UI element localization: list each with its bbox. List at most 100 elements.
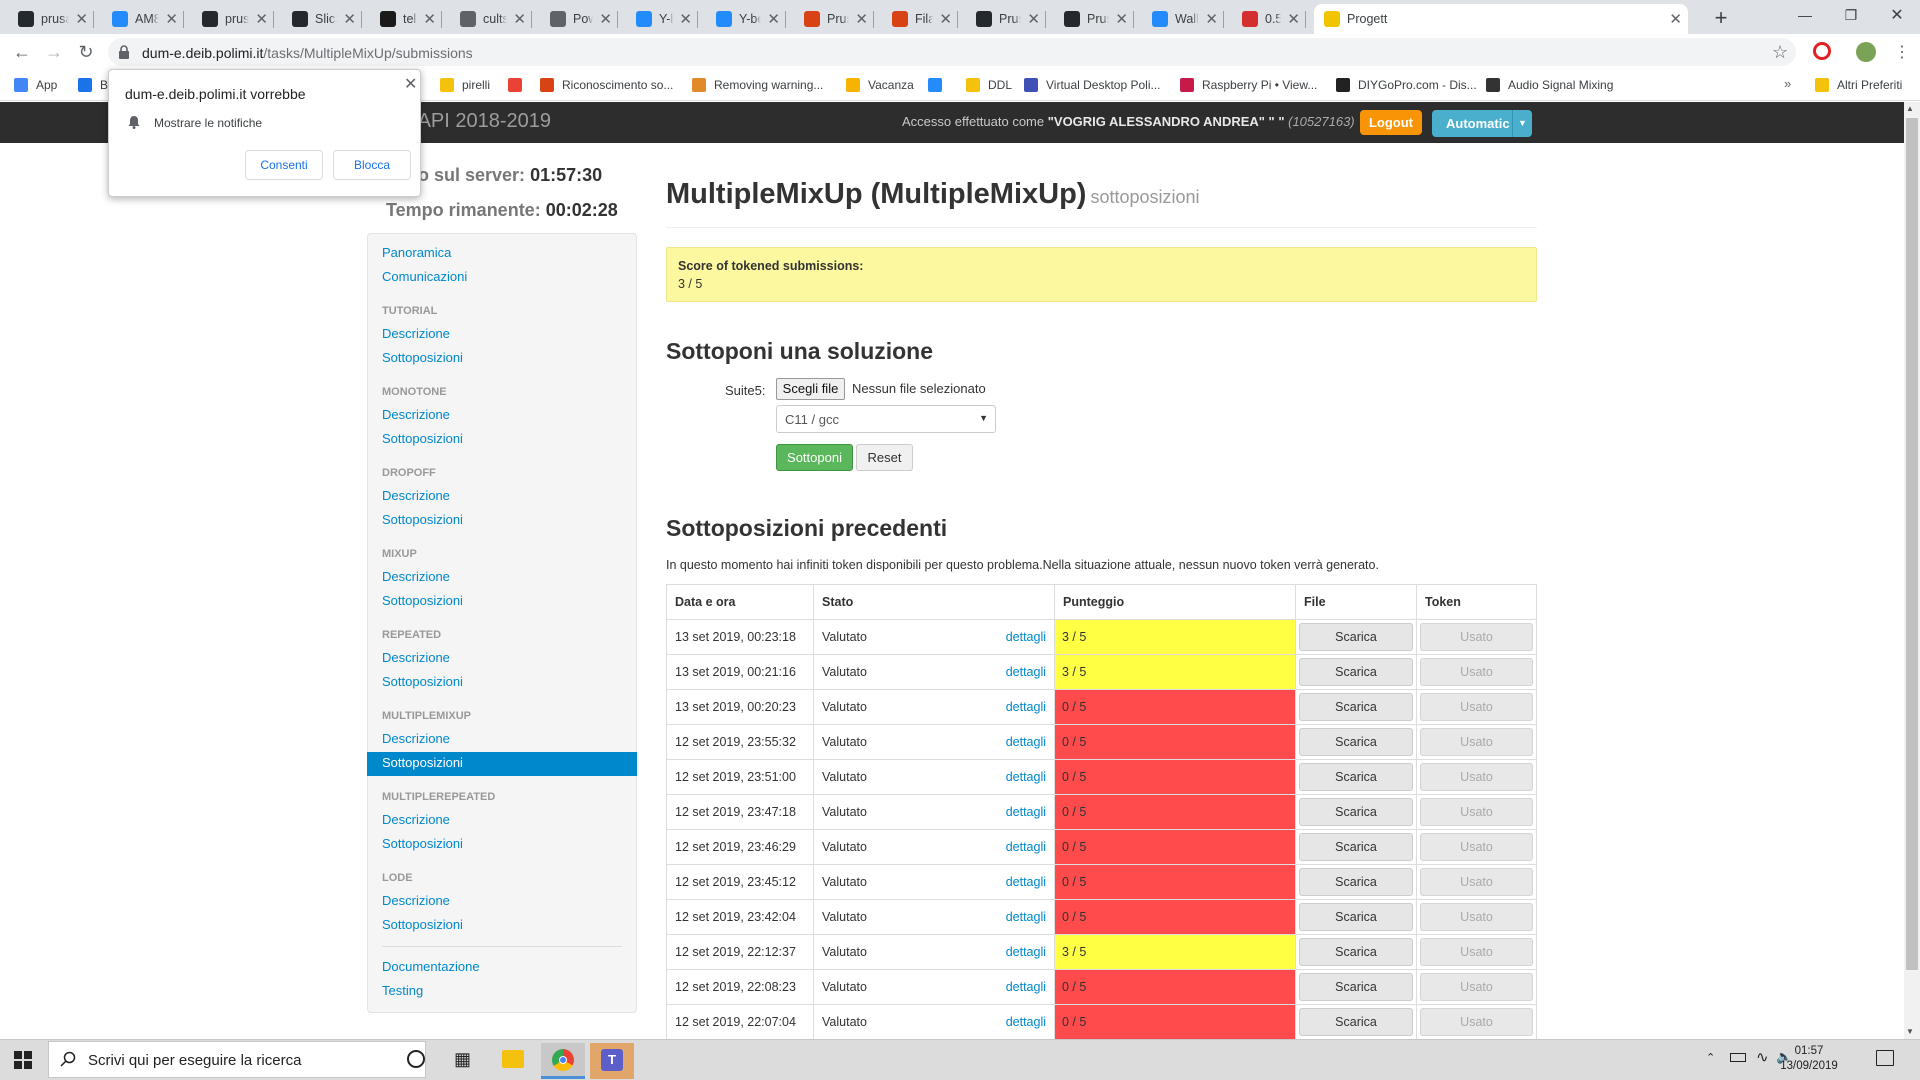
download-button[interactable]: Scarica bbox=[1299, 798, 1413, 826]
details-link[interactable]: dettagli bbox=[1006, 665, 1046, 679]
download-button[interactable]: Scarica bbox=[1299, 833, 1413, 861]
scrollbar-thumb[interactable] bbox=[1906, 118, 1918, 970]
download-button[interactable]: Scarica bbox=[1299, 938, 1413, 966]
sidebar-item-tutorial-descrizione[interactable]: Descrizione bbox=[382, 326, 450, 341]
tab-14[interactable]: Wall Mo ✕ bbox=[1142, 4, 1224, 34]
bookmark-6[interactable]: Removing warning... bbox=[692, 75, 823, 95]
bookmark-14[interactable]: Altri Preferiti bbox=[1815, 75, 1902, 95]
theme-dropdown-button[interactable]: Automatic ▼ bbox=[1432, 110, 1532, 137]
close-tab-icon[interactable]: ✕ bbox=[855, 12, 868, 27]
sidebar-item-repeated-sottoposizioni[interactable]: Sottoposizioni bbox=[382, 674, 463, 689]
tab-5[interactable]: telive ✕ bbox=[370, 4, 442, 34]
task-view-icon[interactable]: ▦ bbox=[454, 1049, 471, 1070]
site-title[interactable]: o API 2018-2019 bbox=[402, 110, 551, 133]
bookmark-star-icon[interactable]: ☆ bbox=[1772, 42, 1788, 63]
close-tab-icon[interactable]: ✕ bbox=[75, 12, 88, 27]
taskbar-clock[interactable]: 01:57 13/09/2019 bbox=[1778, 1044, 1840, 1074]
sidebar-item-repeated-descrizione[interactable]: Descrizione bbox=[382, 650, 450, 665]
close-tab-icon[interactable]: ✕ bbox=[599, 12, 612, 27]
download-button[interactable]: Scarica bbox=[1299, 763, 1413, 791]
bookmark-7[interactable]: Vacanza bbox=[846, 75, 914, 95]
more-bookmarks-icon[interactable]: » bbox=[1784, 76, 1791, 91]
download-button[interactable]: Scarica bbox=[1299, 1008, 1413, 1036]
close-tab-icon[interactable]: ✕ bbox=[1027, 12, 1040, 27]
details-link[interactable]: dettagli bbox=[1006, 735, 1046, 749]
download-button[interactable]: Scarica bbox=[1299, 693, 1413, 721]
bookmark-5[interactable]: Riconoscimento so... bbox=[540, 75, 673, 95]
file-explorer-icon[interactable] bbox=[502, 1050, 524, 1068]
tab-13[interactable]: Prusa-F ✕ bbox=[1054, 4, 1134, 34]
close-tab-icon[interactable]: ✕ bbox=[1115, 12, 1128, 27]
bookmark-4[interactable] bbox=[508, 75, 530, 95]
tab-1[interactable]: prusa_i3 ✕ bbox=[8, 4, 94, 34]
details-link[interactable]: dettagli bbox=[1006, 840, 1046, 854]
download-button[interactable]: Scarica bbox=[1299, 903, 1413, 931]
bookmark-3[interactable]: pirelli bbox=[440, 75, 490, 95]
close-tab-icon[interactable]: ✕ bbox=[255, 12, 268, 27]
tab-4[interactable]: Slic3r-P ✕ bbox=[282, 4, 362, 34]
teams-icon[interactable]: T bbox=[601, 1049, 623, 1071]
sidebar-item-mixup-sottoposizioni[interactable]: Sottoposizioni bbox=[382, 593, 463, 608]
tab-10[interactable]: Prusa P ✕ bbox=[794, 4, 874, 34]
bookmark-9[interactable]: DDL bbox=[966, 75, 1012, 95]
scroll-up-icon[interactable]: ▲ bbox=[1906, 104, 1914, 113]
back-button[interactable]: ← bbox=[12, 42, 32, 62]
download-button[interactable]: Scarica bbox=[1299, 623, 1413, 651]
details-link[interactable]: dettagli bbox=[1006, 980, 1046, 994]
close-icon[interactable]: ✕ bbox=[404, 74, 417, 94]
avatar[interactable] bbox=[1856, 42, 1876, 62]
compiler-select[interactable]: C11 / gcc ▼ bbox=[776, 405, 996, 433]
details-link[interactable]: dettagli bbox=[1006, 770, 1046, 784]
close-window-button[interactable]: ✕ bbox=[1874, 0, 1920, 30]
reload-button[interactable]: ↻ bbox=[76, 42, 96, 62]
close-tab-icon[interactable]: ✕ bbox=[679, 12, 692, 27]
logout-button[interactable]: Logout bbox=[1360, 110, 1422, 135]
lock-icon[interactable] bbox=[118, 45, 130, 59]
sidebar-item-comunicazioni[interactable]: Comunicazioni bbox=[382, 269, 467, 284]
scroll-down-icon[interactable]: ▼ bbox=[1906, 1027, 1914, 1036]
details-link[interactable]: dettagli bbox=[1006, 910, 1046, 924]
maximize-button[interactable]: ❐ bbox=[1828, 0, 1874, 30]
sidebar-item-multiplemixup-descrizione[interactable]: Descrizione bbox=[382, 731, 450, 746]
reset-button[interactable]: Reset bbox=[856, 444, 913, 471]
choose-file-button[interactable]: Scegli file bbox=[776, 378, 845, 400]
close-tab-icon[interactable]: ✕ bbox=[1205, 12, 1218, 27]
close-tab-icon[interactable]: ✕ bbox=[343, 12, 356, 27]
action-center-icon[interactable] bbox=[1876, 1050, 1894, 1066]
tab-15[interactable]: 0.5 Upg ✕ bbox=[1232, 4, 1306, 34]
sidebar-item-tutorial-sottoposizioni[interactable]: Sottoposizioni bbox=[382, 350, 463, 365]
opera-extension-icon[interactable] bbox=[1813, 42, 1831, 60]
sidebar-item-multiplemixup-sottoposizioni[interactable]: Sottoposizioni bbox=[382, 755, 463, 770]
sidebar-item-documentazione[interactable]: Documentazione bbox=[382, 959, 480, 974]
minimize-button[interactable]: — bbox=[1782, 0, 1828, 30]
new-tab-button[interactable]: + bbox=[1708, 5, 1734, 31]
battery-icon[interactable] bbox=[1730, 1053, 1746, 1062]
sidebar-item-monotone-descrizione[interactable]: Descrizione bbox=[382, 407, 450, 422]
sidebar-item-multiplerepeated-sottoposizioni[interactable]: Sottoposizioni bbox=[382, 836, 463, 851]
block-button[interactable]: Blocca bbox=[333, 150, 411, 180]
tab-3[interactable]: prusa_i3 ✕ bbox=[192, 4, 274, 34]
submit-button[interactable]: Sottoponi bbox=[776, 444, 853, 471]
forward-button[interactable]: → bbox=[44, 42, 64, 62]
bookmark-13[interactable]: Audio Signal Mixing bbox=[1486, 75, 1613, 95]
tab-7[interactable]: PowerP ✕ bbox=[540, 4, 618, 34]
close-tab-icon[interactable]: ✕ bbox=[1287, 12, 1300, 27]
sidebar-item-mixup-descrizione[interactable]: Descrizione bbox=[382, 569, 450, 584]
close-tab-icon[interactable]: ✕ bbox=[513, 12, 526, 27]
sidebar-item-lode-sottoposizioni[interactable]: Sottoposizioni bbox=[382, 917, 463, 932]
allow-button[interactable]: Consenti bbox=[245, 150, 323, 180]
sidebar-item-dropoff-descrizione[interactable]: Descrizione bbox=[382, 488, 450, 503]
caret-down-icon[interactable]: ▼ bbox=[1512, 110, 1532, 137]
download-button[interactable]: Scarica bbox=[1299, 868, 1413, 896]
close-tab-icon[interactable]: ✕ bbox=[1669, 12, 1682, 27]
close-tab-icon[interactable]: ✕ bbox=[939, 12, 952, 27]
tab-16[interactable]: Progett ✕ bbox=[1314, 4, 1688, 34]
sidebar-item-lode-descrizione[interactable]: Descrizione bbox=[382, 893, 450, 908]
tab-6[interactable]: cults3d ✕ bbox=[450, 4, 532, 34]
details-link[interactable]: dettagli bbox=[1006, 630, 1046, 644]
wifi-icon[interactable]: ∿ bbox=[1756, 1048, 1769, 1066]
close-tab-icon[interactable]: ✕ bbox=[423, 12, 436, 27]
bookmark-11[interactable]: Raspberry Pi • View... bbox=[1180, 75, 1317, 95]
bookmark-10[interactable]: Virtual Desktop Poli... bbox=[1024, 75, 1161, 95]
close-tab-icon[interactable]: ✕ bbox=[165, 12, 178, 27]
